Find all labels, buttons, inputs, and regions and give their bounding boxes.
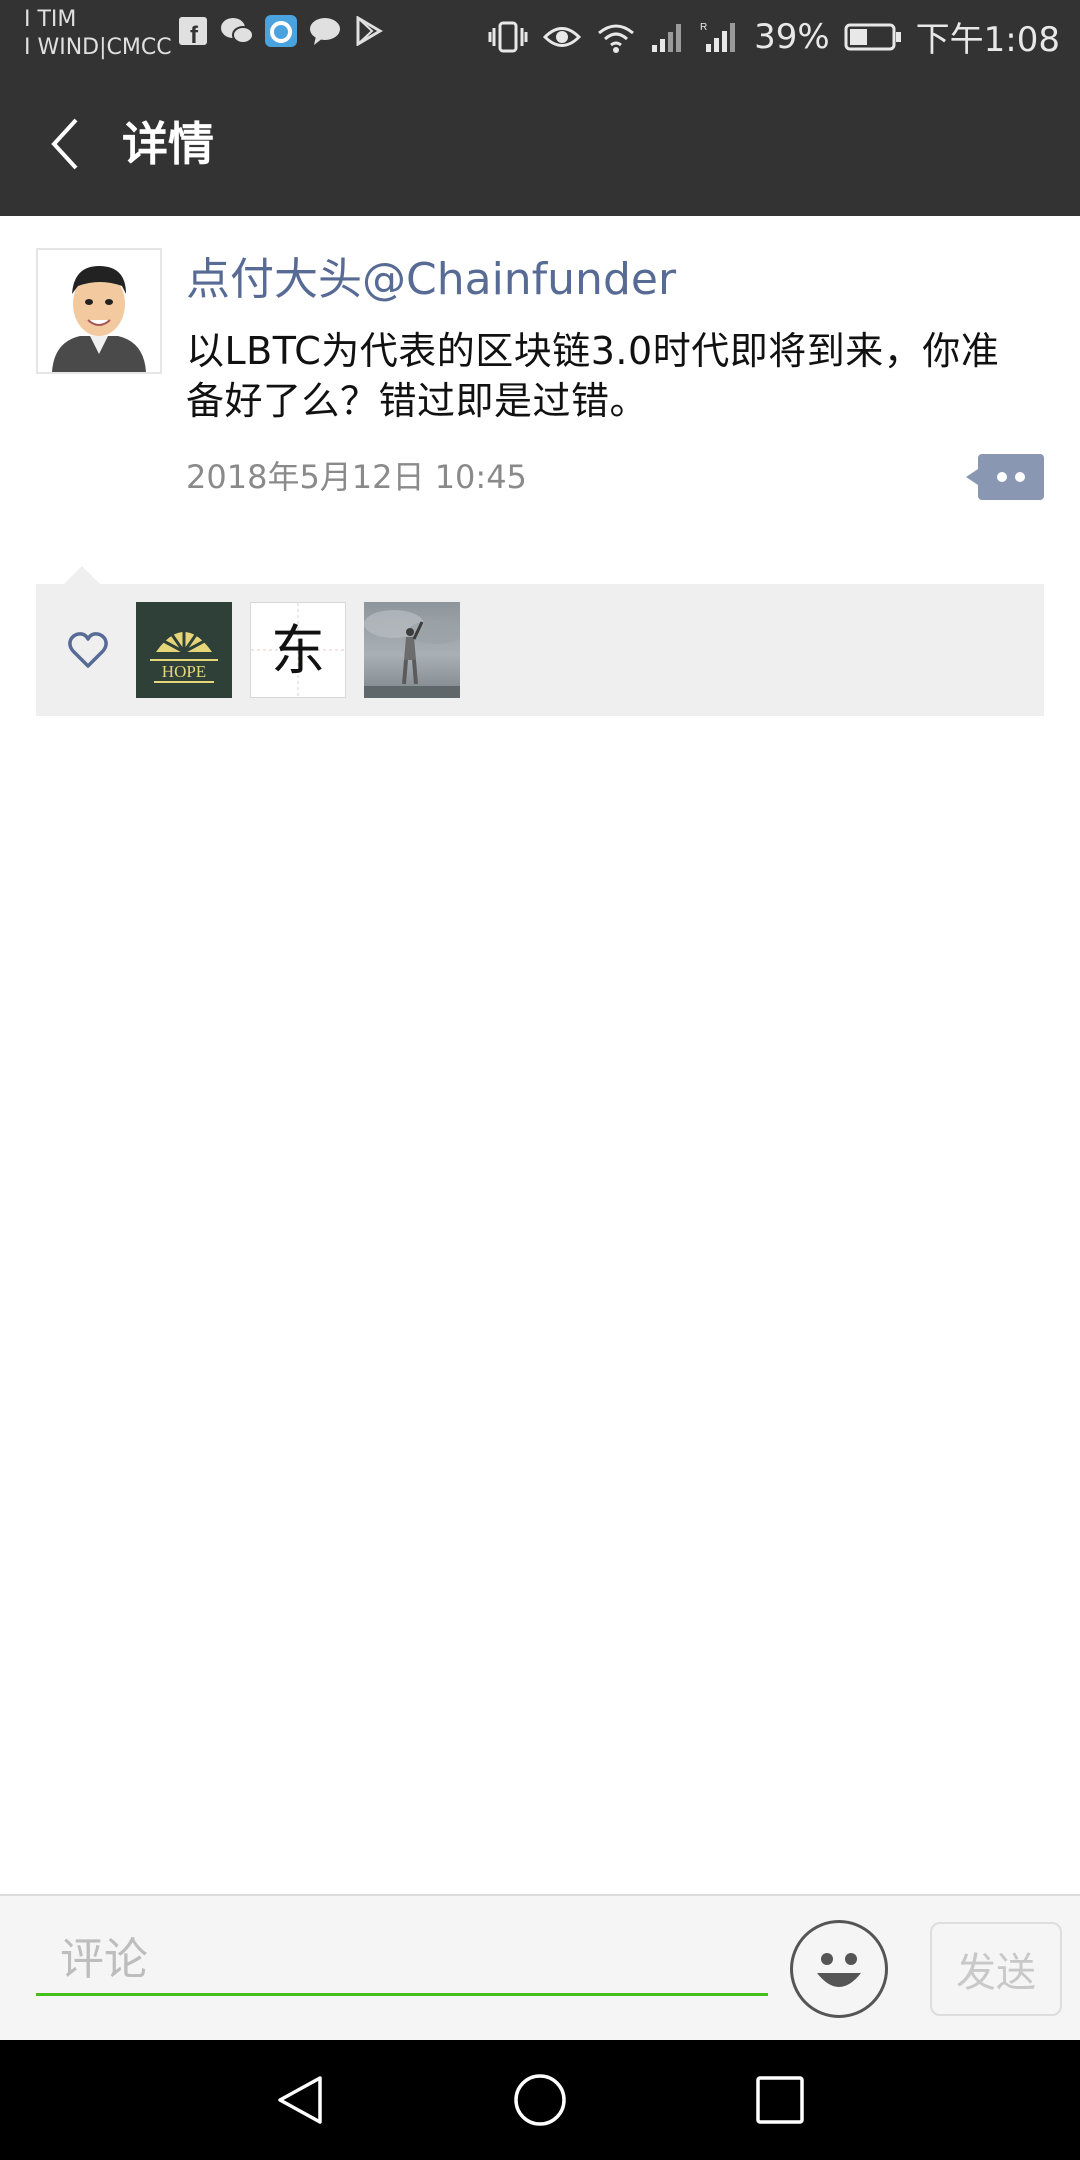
battery-percent: 39% bbox=[754, 16, 830, 57]
carrier-2: I WIND|CMCC bbox=[24, 35, 172, 60]
person-statue-avatar[interactable] bbox=[364, 602, 460, 698]
signal-roaming-icon: R bbox=[700, 20, 740, 54]
system-status: R 39% 下午1:08 bbox=[488, 12, 1060, 61]
chevron-left-icon bbox=[51, 118, 78, 170]
smiley-icon bbox=[817, 1953, 861, 1987]
wechat-icon bbox=[220, 14, 254, 48]
eye-icon bbox=[542, 22, 582, 52]
hope-avatar[interactable]: HOPE bbox=[136, 602, 232, 698]
vibrate-icon bbox=[488, 20, 528, 54]
heart-icon bbox=[68, 632, 108, 668]
send-button[interactable]: 发送 bbox=[930, 1922, 1062, 2016]
nav-home-button[interactable] bbox=[508, 2068, 572, 2132]
comment-input[interactable] bbox=[36, 1926, 768, 1996]
qq-browser-icon bbox=[264, 14, 298, 48]
dong-character: 东 bbox=[271, 619, 325, 682]
carrier-info: I TIM I WIND|CMCC bbox=[24, 6, 172, 62]
square-recents-icon bbox=[756, 2076, 804, 2124]
circle-home-icon bbox=[514, 2074, 566, 2126]
comment-bar: 发送 bbox=[0, 1894, 1080, 2040]
clock: 下午1:08 bbox=[915, 20, 1060, 60]
battery-icon bbox=[844, 22, 902, 52]
author-avatar[interactable] bbox=[36, 248, 162, 374]
page-title: 详情 bbox=[122, 117, 214, 171]
title-bar: 详情 bbox=[0, 72, 1080, 216]
cartoon-man-avatar-image bbox=[38, 250, 160, 372]
hope-logo-image: HOPE bbox=[136, 602, 232, 698]
emoji-button[interactable] bbox=[790, 1920, 888, 2018]
status-bar: I TIM I WIND|CMCC f R 39% 下午1:08 bbox=[0, 0, 1080, 72]
svg-text:f: f bbox=[190, 22, 199, 46]
nav-back-button[interactable] bbox=[268, 2068, 332, 2132]
calligraphy-grid-image: 东 bbox=[251, 603, 345, 697]
more-dot-icon bbox=[1015, 472, 1025, 482]
likes-panel: HOPE 东 bbox=[36, 566, 1044, 716]
notification-icons: f bbox=[176, 14, 386, 48]
facebook-icon: f bbox=[176, 14, 210, 48]
more-dot-icon bbox=[997, 472, 1007, 482]
hope-logo-text: HOPE bbox=[162, 662, 206, 681]
dong-avatar[interactable]: 东 bbox=[250, 602, 346, 698]
person-photo-image bbox=[364, 610, 460, 698]
comment-like-menu-button[interactable] bbox=[966, 454, 1044, 500]
wifi-icon bbox=[596, 21, 636, 53]
nav-recents-button[interactable] bbox=[748, 2068, 812, 2132]
signal-icon bbox=[650, 21, 686, 53]
carrier-1: I TIM bbox=[24, 7, 77, 32]
message-icon bbox=[308, 14, 342, 48]
post-timestamp: 2018年5月12日 10:45 bbox=[186, 458, 527, 496]
back-button[interactable] bbox=[36, 112, 96, 176]
svg-text:R: R bbox=[700, 22, 707, 33]
triangle-back-icon bbox=[278, 2076, 322, 2124]
play-store-icon bbox=[352, 14, 386, 48]
author-name[interactable]: 点付大头@Chainfunder bbox=[186, 252, 676, 308]
navigation-bar bbox=[0, 2040, 1080, 2160]
post-text: 以LBTC为代表的区块链3.0时代即将到来，你准备好了么？错过即是过错。 bbox=[186, 329, 1000, 423]
